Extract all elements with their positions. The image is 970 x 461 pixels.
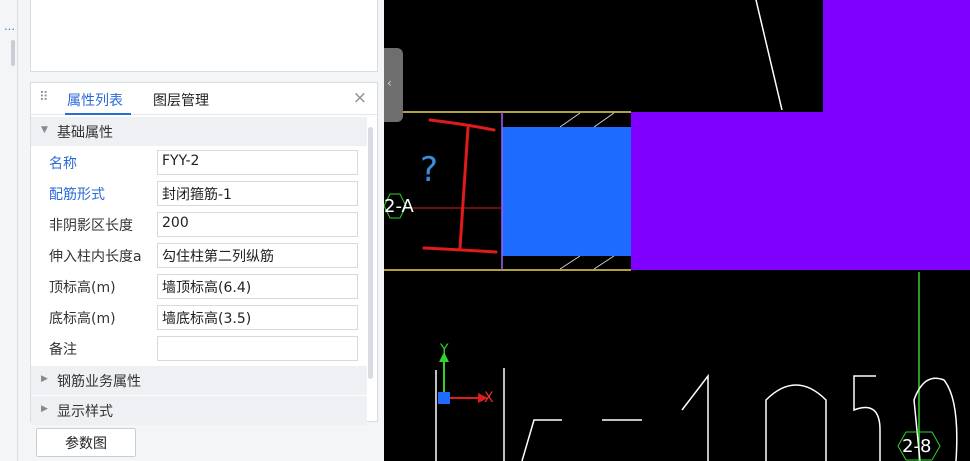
property-key: 配筋形式 [49, 187, 105, 203]
property-value-input[interactable]: 勾住柱第二列纵筋 [157, 243, 358, 268]
top-empty-panel [30, 0, 378, 72]
property-value-input[interactable]: 200 [157, 212, 358, 237]
blue-column [502, 127, 631, 256]
section-display-style[interactable]: ▶ 显示样式 [31, 396, 367, 425]
purple-wall-shape [631, 0, 970, 270]
section-basic-properties[interactable]: ▼ 基础属性 [31, 117, 367, 146]
parameter-diagram-button[interactable]: 参数图 [36, 428, 136, 457]
white-diagonal-line [755, 0, 783, 111]
expand-caret-icon: ▶ [41, 404, 48, 414]
property-value-input[interactable]: FYY-2 [157, 150, 358, 175]
chevron-left-icon: ‹ [387, 76, 392, 90]
expand-caret-icon: ▶ [41, 374, 48, 384]
property-key: 备注 [49, 342, 77, 358]
white-glyph-stroke [853, 375, 881, 461]
cad-drawing-canvas[interactable]: ? 2-A 2-8 Y X [384, 0, 970, 461]
tab-layer-management[interactable]: 图层管理 [153, 90, 209, 110]
left-strip: … [0, 0, 18, 461]
section-label: 显示样式 [57, 404, 113, 420]
section-rebar-business-properties[interactable]: ▶ 钢筋业务属性 [31, 366, 367, 395]
ucs-x-label: X [484, 390, 494, 406]
axis-label-28: 2-8 [902, 436, 932, 457]
property-value-input[interactable]: 墙顶标高(6.4) [157, 274, 358, 299]
property-value-input[interactable] [157, 336, 358, 361]
active-tab-underline [65, 113, 131, 115]
white-glyph-stroke [765, 384, 827, 461]
property-key: 非阴影区长度 [49, 218, 133, 234]
hatch-line [593, 255, 615, 270]
property-value-input[interactable]: 墙底标高(3.5) [157, 305, 358, 330]
property-row-rebar-form: 配筋形式 封闭箍筋-1 [31, 178, 367, 209]
section-label: 钢筋业务属性 [57, 374, 141, 390]
property-key: 顶标高(m) [49, 280, 116, 296]
property-list-box: ⠿ 属性列表 图层管理 × ▼ 基础属性 名称 FYY-2 配筋形式 封闭箍筋-… [30, 82, 378, 425]
property-row-remark: 备注 [31, 333, 367, 364]
panel-tab-bar: ⠿ 属性列表 图层管理 × [31, 83, 377, 115]
property-row-name: 名称 FYY-2 [31, 147, 367, 178]
question-mark-annotation: ? [420, 150, 439, 190]
hatch-line [559, 255, 581, 270]
property-panel: ⠿ 属性列表 图层管理 × ▼ 基础属性 名称 FYY-2 配筋形式 封闭箍筋-… [18, 0, 384, 461]
property-key: 名称 [49, 156, 77, 172]
section-label: 基础属性 [57, 125, 113, 141]
property-key: 底标高(m) [49, 311, 116, 327]
property-row-top-elevation: 顶标高(m) 墙顶标高(6.4) [31, 271, 367, 302]
drag-grip-icon[interactable]: ⠿ [39, 90, 48, 105]
property-row-embed-length: 伸入柱内长度a 勾住柱第二列纵筋 [31, 240, 367, 271]
property-row-bottom-elevation: 底标高(m) 墙底标高(3.5) [31, 302, 367, 333]
ucs-y-label: Y [440, 342, 449, 358]
cad-drawing [384, 0, 970, 461]
property-key: 伸入柱内长度a [49, 249, 142, 265]
white-glyph-stroke [681, 373, 709, 461]
more-icon[interactable]: … [4, 20, 15, 33]
strip-scroll-thumb[interactable] [11, 40, 15, 66]
tab-property-list[interactable]: 属性列表 [67, 90, 123, 110]
hatch-line [559, 112, 581, 128]
ucs-origin [438, 392, 450, 404]
property-scrollbar[interactable] [368, 127, 373, 379]
panel-collapse-handle[interactable]: ‹ [384, 48, 403, 122]
property-row-non-shadow-length: 非阴影区长度 200 [31, 209, 367, 240]
axis-label-2a: 2-A [384, 196, 414, 217]
close-icon[interactable]: × [353, 88, 367, 108]
white-glyph-stroke [521, 419, 562, 461]
property-value-input[interactable]: 封闭箍筋-1 [157, 181, 358, 206]
collapse-caret-icon: ▼ [41, 125, 48, 135]
hatch-line [593, 112, 615, 128]
